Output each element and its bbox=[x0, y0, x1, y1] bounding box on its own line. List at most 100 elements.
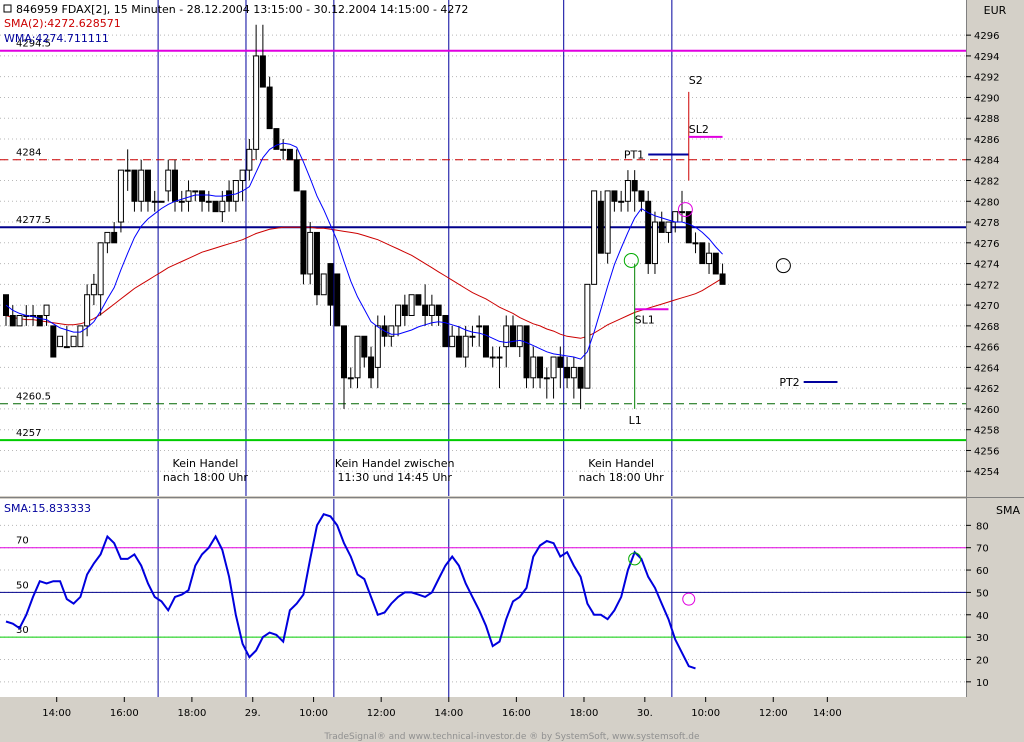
annotation-line1: Kein Handel bbox=[588, 457, 654, 470]
x-tick-label: 14:00 bbox=[42, 708, 71, 719]
candle-body bbox=[246, 148, 253, 171]
candle-body bbox=[104, 231, 111, 244]
indicator-axis-panel bbox=[966, 499, 1024, 697]
candle-body bbox=[435, 304, 442, 316]
candle bbox=[50, 325, 57, 358]
level-label: 70 bbox=[16, 536, 29, 547]
session-annotations: Kein Handelnach 18:00 UhrKein Handel zwi… bbox=[163, 457, 664, 484]
y-tick-label: 4262 bbox=[974, 384, 999, 395]
x-tick-label: 29. bbox=[245, 708, 261, 719]
x-tick-label: 30. bbox=[637, 708, 653, 719]
trade-mark-label: SL1 bbox=[635, 313, 655, 326]
candle-body bbox=[77, 325, 84, 348]
candle-body bbox=[658, 221, 665, 233]
candle-body bbox=[516, 325, 523, 348]
candle-body bbox=[266, 86, 273, 130]
y-tick-label: 4260 bbox=[974, 405, 999, 416]
candle-body bbox=[415, 294, 422, 306]
y-tick-label: 4292 bbox=[974, 73, 999, 84]
candle-body bbox=[111, 231, 118, 244]
candle-body bbox=[334, 273, 341, 327]
y-tick-label: 4264 bbox=[974, 363, 999, 374]
candle-body bbox=[510, 325, 516, 348]
candle-body bbox=[476, 325, 483, 328]
y-tick-label: 50 bbox=[976, 588, 989, 599]
candle-body bbox=[611, 190, 618, 202]
candle-body bbox=[543, 377, 550, 380]
candle-body bbox=[374, 325, 381, 368]
candle bbox=[77, 325, 84, 348]
candle-body bbox=[192, 190, 199, 193]
wma-label: WMA:4274.711111 bbox=[4, 32, 109, 45]
annotation-line2: 11:30 und 14:45 Uhr bbox=[338, 471, 453, 484]
y-tick-label: 4278 bbox=[974, 218, 999, 229]
window-icon[interactable] bbox=[3, 4, 12, 13]
chart-title: 846959 FDAX[2], 15 Minuten - 28.12.2004 … bbox=[16, 3, 468, 16]
candle-body bbox=[638, 190, 645, 202]
candle-body bbox=[665, 221, 672, 233]
candle-body bbox=[286, 148, 293, 161]
candle-body bbox=[631, 180, 638, 192]
candle-body bbox=[144, 169, 151, 202]
candle-body bbox=[354, 335, 361, 379]
candle-body bbox=[124, 169, 131, 172]
chart-canvas: 4294.542844277.54260.54257 PT1S2SL2SL1L1… bbox=[0, 0, 1024, 742]
candle-body bbox=[151, 200, 158, 203]
candle-body bbox=[347, 377, 354, 380]
candle-body bbox=[70, 335, 77, 348]
trade-mark-label: PT2 bbox=[779, 376, 799, 389]
candle bbox=[286, 148, 293, 161]
candle-body bbox=[36, 314, 43, 327]
level-label: 4257 bbox=[16, 428, 41, 439]
candle-body bbox=[401, 304, 408, 316]
annotation-line1: Kein Handel bbox=[173, 457, 239, 470]
candle bbox=[591, 190, 598, 285]
candle-body bbox=[361, 335, 368, 358]
candle bbox=[158, 200, 165, 203]
candle-body bbox=[645, 200, 652, 265]
candle-body bbox=[232, 180, 239, 202]
y-tick-label: 60 bbox=[976, 566, 989, 577]
candle-body bbox=[16, 314, 23, 327]
candle-body bbox=[428, 304, 435, 316]
y-tick-label: 4288 bbox=[974, 114, 999, 125]
candle-body bbox=[591, 190, 598, 285]
candle-body bbox=[570, 366, 577, 379]
candle-body bbox=[408, 294, 415, 316]
candle bbox=[334, 273, 341, 327]
x-tick-label: 14:00 bbox=[813, 708, 842, 719]
level-label: 50 bbox=[16, 580, 29, 591]
candle-body bbox=[618, 200, 625, 203]
level-label: 4277.5 bbox=[16, 215, 51, 226]
main-plot-background bbox=[0, 0, 966, 496]
x-tick-label: 14:00 bbox=[434, 708, 463, 719]
candle bbox=[482, 325, 489, 358]
candle-body bbox=[205, 200, 212, 203]
candle-body bbox=[131, 169, 138, 202]
candle-body bbox=[259, 55, 266, 88]
sma-label: SMA(2):4272.628571 bbox=[4, 17, 121, 30]
y-tick-label: 4296 bbox=[974, 31, 999, 42]
candle-body bbox=[557, 356, 564, 368]
candle-body bbox=[489, 356, 496, 359]
candle bbox=[408, 294, 415, 316]
y-tick-label: 4274 bbox=[974, 260, 999, 271]
y-tick-label: 4282 bbox=[974, 177, 999, 188]
y-tick-label: 4284 bbox=[974, 156, 999, 167]
candle-body bbox=[577, 366, 584, 389]
candle-body bbox=[482, 325, 489, 358]
candle-body bbox=[523, 325, 530, 379]
currency-label: EUR bbox=[984, 4, 1007, 17]
y-tick-label: 4258 bbox=[974, 426, 999, 437]
candle-body bbox=[50, 325, 57, 358]
candle bbox=[604, 190, 611, 264]
candle-body bbox=[422, 304, 429, 316]
y-tick-label: 10 bbox=[976, 678, 989, 689]
y-tick-label: 4254 bbox=[974, 467, 999, 478]
candle-body bbox=[699, 242, 706, 265]
indicator-title: SMA:15.833333 bbox=[4, 502, 91, 515]
x-tick-label: 16:00 bbox=[110, 708, 139, 719]
candle-body bbox=[219, 200, 226, 213]
candle bbox=[320, 273, 327, 296]
candle-body bbox=[293, 159, 300, 192]
